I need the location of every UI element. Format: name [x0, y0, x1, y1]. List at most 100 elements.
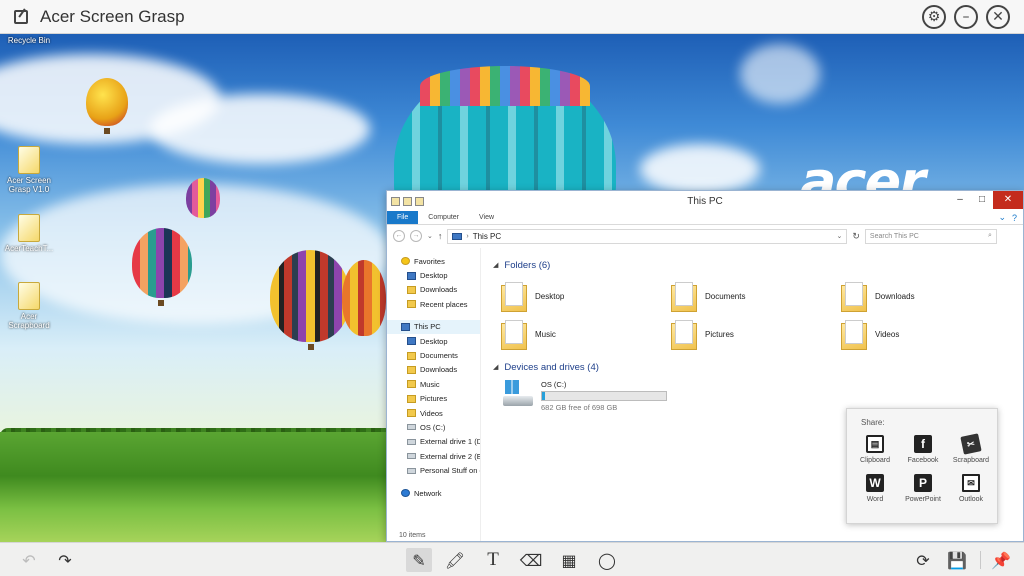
up-button[interactable]: ↑ — [438, 231, 443, 241]
share-word-button[interactable]: W Word — [851, 474, 899, 503]
drive-info: OS (C:) 682 GB free of 698 GB — [541, 380, 667, 412]
nav-item-downloads[interactable]: Downloads — [387, 363, 480, 377]
share-clipboard-button[interactable]: ▤ Clipboard — [851, 435, 899, 464]
nav-this-pc[interactable]: This PC — [387, 319, 480, 334]
tab-view[interactable]: View — [469, 211, 504, 224]
recent-locations-icon[interactable]: ⌄ — [427, 232, 433, 240]
share-facebook-button[interactable]: f Facebook — [899, 435, 947, 464]
navigation-pane: Favorites Desktop Downloads Recent place… — [387, 248, 481, 541]
nav-label: Music — [420, 379, 440, 389]
desktop-icon-screen-grasp[interactable]: Acer Screen Grasp V1.0 — [4, 146, 54, 194]
eraser-tool-button[interactable]: ⌫ — [518, 548, 544, 572]
nav-item-pictures[interactable]: Pictures — [387, 392, 480, 406]
balloon-basket — [158, 300, 164, 306]
folder-videos[interactable]: Videos — [841, 318, 1011, 350]
file-icon — [18, 146, 40, 174]
save-button[interactable]: 💾 — [944, 548, 970, 572]
desktop-icon-recycle-bin[interactable]: Recycle Bin — [4, 36, 54, 45]
redo-button[interactable]: ↷ — [52, 548, 78, 572]
explorer-minimize-button[interactable]: – — [949, 191, 971, 209]
share-label: Word — [866, 496, 884, 503]
nav-label: Desktop — [420, 336, 448, 346]
nav-item-music[interactable]: Music — [387, 377, 480, 391]
nav-label: Desktop — [420, 271, 448, 281]
drives-group-header[interactable]: ◢ Devices and drives (4) — [493, 360, 1011, 374]
cloud — [150, 94, 370, 164]
minimize-icon: – — [962, 9, 970, 25]
tab-computer[interactable]: Computer — [418, 211, 469, 224]
nav-item-os-c[interactable]: OS (C:) — [387, 420, 480, 434]
nav-item-personal-stuff[interactable]: Personal Stuff on ext — [387, 463, 480, 477]
back-button[interactable]: ← — [393, 230, 405, 242]
nav-item-external-e[interactable]: External drive 2 (E:) — [387, 449, 480, 463]
explorer-close-button[interactable]: ✕ — [993, 191, 1023, 209]
nav-label: This PC — [414, 322, 441, 332]
search-input[interactable]: Search This PC ⌕ — [864, 228, 997, 244]
ribbon-right: ⌄ ? — [998, 211, 1023, 224]
folder-music[interactable]: Music — [501, 318, 671, 350]
nav-item-external-d[interactable]: External drive 1 (D:) — [387, 435, 480, 449]
address-dropdown-icon[interactable]: ⌄ — [837, 232, 843, 240]
highlighter-tool-button[interactable]: 🖍 — [442, 548, 468, 572]
refresh-icon[interactable]: ↻ — [852, 231, 860, 242]
text-tool-button[interactable]: T — [480, 548, 506, 572]
folder-icon — [501, 320, 527, 350]
drive-name: OS (C:) — [541, 380, 567, 389]
search-icon: ⌕ — [988, 232, 992, 239]
close-button[interactable]: ✕ — [986, 5, 1010, 29]
nav-item-videos[interactable]: Videos — [387, 406, 480, 420]
hot-air-balloon — [270, 250, 350, 342]
app-title: Acer Screen Grasp — [40, 6, 185, 26]
file-icon — [18, 282, 40, 310]
pen-tool-button[interactable]: ✎ — [406, 548, 432, 572]
undo-button[interactable]: ↶ — [16, 548, 42, 572]
folder-label: Documents — [705, 291, 746, 301]
desktop-icon-scrapboard[interactable]: Acer Scrapboard — [4, 282, 54, 330]
desktop-icon-acerteach[interactable]: AcerTeachT... — [4, 214, 54, 253]
expand-ribbon-icon[interactable]: ⌄ — [998, 212, 1006, 223]
hot-air-balloon — [86, 78, 128, 126]
nav-label: Downloads — [420, 365, 458, 375]
settings-button[interactable]: ⚙ — [922, 5, 946, 29]
nav-favorites[interactable]: Favorites — [387, 254, 480, 268]
mosaic-tool-button[interactable]: ▦ — [556, 548, 582, 572]
address-bar[interactable]: › This PC ⌄ — [447, 228, 848, 244]
drive-usage-fill — [542, 392, 545, 400]
nav-label: External drive 1 (D:) — [420, 437, 481, 447]
nav-item-downloads[interactable]: Downloads — [387, 283, 480, 297]
desktop-icon-label: AcerTeachT... — [4, 244, 54, 253]
folders-group-header[interactable]: ◢ Folders (6) — [493, 258, 1011, 272]
collapse-caret-icon: ◢ — [493, 364, 499, 371]
nav-label: OS (C:) — [420, 422, 446, 432]
share-label: Clipboard — [860, 457, 890, 464]
share-outlook-button[interactable]: ✉ Outlook — [947, 474, 995, 503]
nav-network[interactable]: Network — [387, 486, 480, 500]
folder-pictures[interactable]: Pictures — [671, 318, 841, 350]
folder-icon — [841, 320, 867, 350]
scrapboard-icon: ✂ — [960, 433, 982, 455]
folder-documents[interactable]: Documents — [671, 280, 841, 312]
nav-item-desktop[interactable]: Desktop — [387, 334, 480, 348]
pin-button[interactable]: 📌 — [988, 548, 1014, 572]
share-button[interactable]: ⟳ — [910, 548, 936, 572]
nav-label: Videos — [420, 408, 443, 418]
folder-desktop[interactable]: Desktop — [501, 280, 671, 312]
folder-downloads[interactable]: Downloads — [841, 280, 1011, 312]
videos-icon — [407, 409, 416, 418]
explorer-maximize-button[interactable]: □ — [971, 191, 993, 209]
minimize-button[interactable]: – — [954, 5, 978, 29]
nav-item-desktop[interactable]: Desktop — [387, 268, 480, 282]
nav-item-recent-places[interactable]: Recent places — [387, 297, 480, 311]
documents-icon — [407, 351, 416, 360]
lasso-tool-button[interactable]: ◯ — [594, 548, 620, 572]
mosaic-icon: ▦ — [561, 550, 577, 570]
bottom-toolbar: ↶ ↷ ✎ 🖍 T ⌫ ▦ ◯ ⟳ 💾 📌 — [0, 542, 1024, 576]
tab-file[interactable]: File — [387, 211, 419, 224]
nav-item-documents[interactable]: Documents — [387, 348, 480, 362]
forward-button[interactable]: → — [410, 230, 422, 242]
share-scrapboard-button[interactable]: ✂ Scrapboard — [947, 433, 995, 464]
share-powerpoint-button[interactable]: P PowerPoint — [899, 474, 947, 503]
help-icon[interactable]: ? — [1012, 213, 1017, 223]
undo-icon: ↶ — [22, 550, 36, 570]
outlook-icon: ✉ — [962, 474, 980, 492]
